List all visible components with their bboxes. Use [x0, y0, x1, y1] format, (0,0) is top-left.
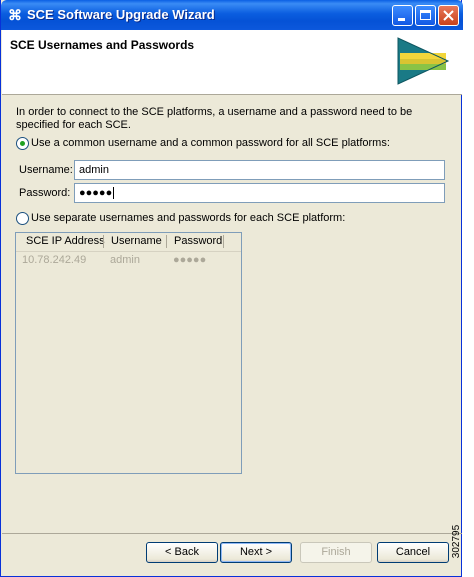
- username-input[interactable]: admin: [74, 160, 445, 180]
- close-button[interactable]: [438, 5, 459, 26]
- maximize-icon: [420, 10, 431, 20]
- column-header-password[interactable]: Password: [174, 235, 222, 247]
- table-header: SCE IP Address Username Password: [16, 233, 241, 252]
- title-bar[interactable]: ⌘ SCE Software Upgrade Wizard: [1, 0, 463, 30]
- back-button[interactable]: < Back: [146, 542, 218, 563]
- close-icon: [443, 10, 454, 21]
- cisco-icon: ⌘: [8, 7, 22, 23]
- username-value: admin: [79, 164, 109, 176]
- page-title: SCE Usernames and Passwords: [10, 38, 195, 52]
- window-title: SCE Software Upgrade Wizard: [27, 7, 215, 22]
- figure-id: 302795: [451, 524, 463, 559]
- column-divider[interactable]: [103, 235, 104, 248]
- page-header: SCE Usernames and Passwords: [2, 30, 462, 95]
- username-label: Username:: [19, 164, 73, 176]
- figure-id-label: 302795: [451, 512, 474, 572]
- wizard-window: ⌘ SCE Software Upgrade Wizard SCE Userna…: [0, 0, 463, 577]
- text-caret: [113, 187, 115, 200]
- wizard-content: In order to connect to the SCE platforms…: [2, 96, 462, 526]
- minimize-button[interactable]: [392, 5, 413, 26]
- separate-credentials-radio[interactable]: [16, 212, 29, 225]
- minimize-icon: [398, 18, 405, 21]
- table-row: 10.78.242.49 admin ●●●●●: [16, 252, 241, 268]
- column-header-username[interactable]: Username: [111, 235, 162, 247]
- next-button[interactable]: Next >: [220, 542, 292, 563]
- password-label: Password:: [19, 187, 71, 199]
- separate-credentials-label[interactable]: Use separate usernames and passwords for…: [31, 212, 345, 224]
- cell-username: admin: [110, 254, 140, 266]
- maximize-button[interactable]: [415, 5, 436, 26]
- column-divider[interactable]: [223, 235, 224, 248]
- cancel-button[interactable]: Cancel: [377, 542, 449, 563]
- sce-credentials-table: SCE IP Address Username Password 10.78.2…: [15, 232, 242, 474]
- password-value: ●●●●●: [79, 187, 113, 199]
- wizard-arrow-icon: [397, 37, 450, 85]
- cell-ip: 10.78.242.49: [22, 254, 87, 266]
- column-divider[interactable]: [166, 235, 167, 248]
- cell-password: ●●●●●: [173, 254, 207, 266]
- password-input[interactable]: ●●●●●: [74, 183, 445, 203]
- footer-divider: [2, 533, 462, 534]
- common-credentials-radio[interactable]: [16, 137, 29, 150]
- common-credentials-label[interactable]: Use a common username and a common passw…: [31, 137, 390, 149]
- finish-button: Finish: [300, 542, 372, 563]
- intro-text: In order to connect to the SCE platforms…: [16, 106, 413, 131]
- column-header-ip[interactable]: SCE IP Address: [26, 235, 105, 247]
